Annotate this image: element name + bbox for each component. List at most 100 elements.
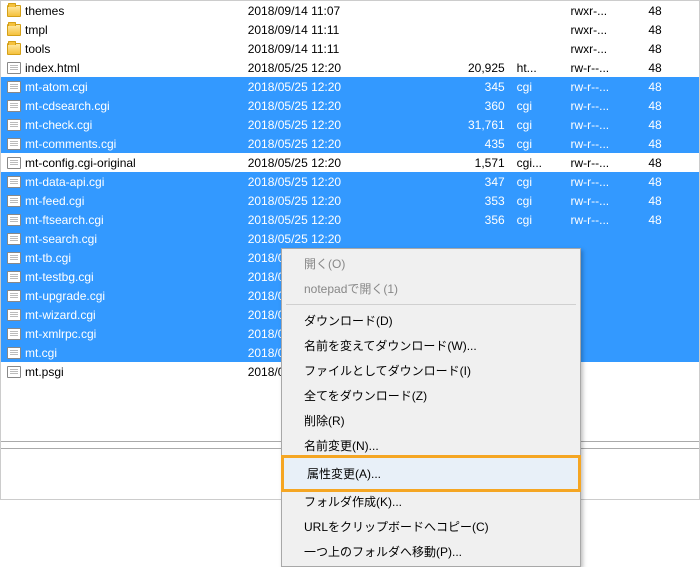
file-ext bbox=[511, 39, 565, 58]
file-icon bbox=[7, 62, 21, 74]
menu-download-all[interactable]: 全てをダウンロード(Z) bbox=[284, 383, 578, 408]
file-owner bbox=[642, 229, 699, 248]
file-name: mt-check.cgi bbox=[25, 118, 92, 132]
file-perm: rw-r--... bbox=[564, 134, 642, 153]
file-owner: 48 bbox=[642, 153, 699, 172]
file-perm: rw-r--... bbox=[564, 153, 642, 172]
table-row[interactable]: mt-feed.cgi2018/05/25 12:20353cgirw-r--.… bbox=[1, 191, 699, 210]
file-perm: rwxr-... bbox=[564, 1, 642, 20]
menu-open[interactable]: 開く(O) bbox=[284, 251, 578, 276]
table-row[interactable]: mt-config.cgi-original 2018/05/25 12:201,… bbox=[1, 153, 699, 172]
file-owner: 48 bbox=[642, 58, 699, 77]
file-size: 347 bbox=[433, 172, 511, 191]
file-date: 2018/05/25 12:20 bbox=[242, 172, 433, 191]
folder-icon bbox=[7, 24, 21, 36]
file-perm bbox=[564, 229, 642, 248]
file-perm: rw-r--... bbox=[564, 172, 642, 191]
file-icon bbox=[7, 328, 21, 340]
menu-rename-download[interactable]: 名前を変えてダウンロード(W)... bbox=[284, 333, 578, 358]
file-icon bbox=[7, 366, 21, 378]
file-owner bbox=[642, 305, 699, 324]
file-date: 2018/05/25 12:20 bbox=[242, 115, 433, 134]
file-icon bbox=[7, 157, 21, 169]
file-ext: cgi bbox=[511, 96, 565, 115]
menu-copy-url[interactable]: URLをクリップボードへコピー(C) bbox=[284, 514, 578, 539]
file-perm: rw-r--... bbox=[564, 77, 642, 96]
file-size: 356 bbox=[433, 210, 511, 229]
folder-icon bbox=[7, 5, 21, 17]
file-perm: rw-r--... bbox=[564, 210, 642, 229]
file-date: 2018/05/25 12:20 bbox=[242, 191, 433, 210]
file-date: 2018/05/25 12:20 bbox=[242, 153, 433, 172]
file-owner: 48 bbox=[642, 39, 699, 58]
file-ext: cgi bbox=[511, 115, 565, 134]
menu-separator bbox=[286, 304, 576, 305]
menu-move-up[interactable]: 一つ上のフォルダへ移動(P)... bbox=[284, 539, 578, 564]
file-owner: 48 bbox=[642, 172, 699, 191]
file-name: mt-upgrade.cgi bbox=[25, 289, 105, 303]
file-name: mt-comments.cgi bbox=[25, 137, 116, 151]
file-name: mt-ftsearch.cgi bbox=[25, 213, 104, 227]
file-date: 2018/05/25 12:20 bbox=[242, 58, 433, 77]
file-owner: 48 bbox=[642, 77, 699, 96]
file-icon bbox=[7, 81, 21, 93]
file-name: mt-config.cgi-original bbox=[25, 156, 136, 170]
file-date: 2018/05/25 12:20 bbox=[242, 229, 433, 248]
table-row[interactable]: mt-data-api.cgi2018/05/25 12:20347cgirw-… bbox=[1, 172, 699, 191]
file-owner bbox=[642, 267, 699, 286]
file-name: mt-search.cgi bbox=[25, 232, 97, 246]
table-row[interactable]: mt-check.cgi2018/05/25 12:2031,761cgirw-… bbox=[1, 115, 699, 134]
menu-delete[interactable]: 削除(R) bbox=[284, 408, 578, 433]
menu-notepad-open[interactable]: notepadで開く(1) bbox=[284, 276, 578, 301]
file-name: mt-wizard.cgi bbox=[25, 308, 96, 322]
file-owner: 48 bbox=[642, 210, 699, 229]
file-size: 345 bbox=[433, 77, 511, 96]
file-owner: 48 bbox=[642, 134, 699, 153]
file-owner: 48 bbox=[642, 1, 699, 20]
file-name: mt-xmlrpc.cgi bbox=[25, 327, 96, 341]
file-icon bbox=[7, 309, 21, 321]
file-perm: rwxr-... bbox=[564, 20, 642, 39]
file-size bbox=[433, 39, 511, 58]
table-row[interactable]: tools2018/09/14 11:11rwxr-...48 bbox=[1, 39, 699, 58]
file-owner: 48 bbox=[642, 96, 699, 115]
file-ext: cgi... bbox=[511, 153, 565, 172]
file-name: mt-atom.cgi bbox=[25, 80, 88, 94]
file-size: 1,571 bbox=[433, 153, 511, 172]
file-size bbox=[433, 20, 511, 39]
file-name: mt.psgi bbox=[25, 365, 64, 379]
table-row[interactable]: themes 2018/09/14 11:07 rwxr-...48 bbox=[1, 1, 699, 20]
file-date: 2018/09/14 11:11 bbox=[242, 39, 433, 58]
table-row[interactable]: mt-search.cgi 2018/05/25 12:20 bbox=[1, 229, 699, 248]
file-date: 2018/05/25 12:20 bbox=[242, 134, 433, 153]
file-date: 2018/09/14 11:07 bbox=[242, 1, 433, 20]
file-name: mt-feed.cgi bbox=[25, 194, 84, 208]
table-row[interactable]: mt-comments.cgi2018/05/25 12:20435cgirw-… bbox=[1, 134, 699, 153]
table-row[interactable]: mt-atom.cgi2018/05/25 12:20345cgirw-r--.… bbox=[1, 77, 699, 96]
file-ext: ht... bbox=[511, 58, 565, 77]
file-owner bbox=[642, 362, 699, 381]
file-name: mt-testbg.cgi bbox=[25, 270, 94, 284]
table-row[interactable]: index.html2018/05/25 12:2020,925ht...rw-… bbox=[1, 58, 699, 77]
file-ext: cgi bbox=[511, 172, 565, 191]
file-name: themes bbox=[25, 4, 64, 18]
file-name: mt.cgi bbox=[25, 346, 57, 360]
file-size: 31,761 bbox=[433, 115, 511, 134]
menu-attr-change[interactable]: 属性変更(A)... bbox=[281, 455, 581, 492]
file-owner bbox=[642, 343, 699, 362]
table-row[interactable]: mt-ftsearch.cgi2018/05/25 12:20356cgirw-… bbox=[1, 210, 699, 229]
file-icon bbox=[7, 100, 21, 112]
table-row[interactable]: tmpl2018/09/14 11:11rwxr-...48 bbox=[1, 20, 699, 39]
file-icon bbox=[7, 138, 21, 150]
menu-file-download[interactable]: ファイルとしてダウンロード(I) bbox=[284, 358, 578, 383]
file-date: 2018/05/25 12:20 bbox=[242, 210, 433, 229]
file-size bbox=[433, 229, 511, 248]
file-ext bbox=[511, 20, 565, 39]
file-owner: 48 bbox=[642, 191, 699, 210]
folder-icon bbox=[7, 43, 21, 55]
table-row[interactable]: mt-cdsearch.cgi2018/05/25 12:20360cgirw-… bbox=[1, 96, 699, 115]
file-owner bbox=[642, 324, 699, 343]
file-icon bbox=[7, 195, 21, 207]
menu-download[interactable]: ダウンロード(D) bbox=[284, 308, 578, 333]
menu-mkdir[interactable]: フォルダ作成(K)... bbox=[284, 489, 578, 514]
